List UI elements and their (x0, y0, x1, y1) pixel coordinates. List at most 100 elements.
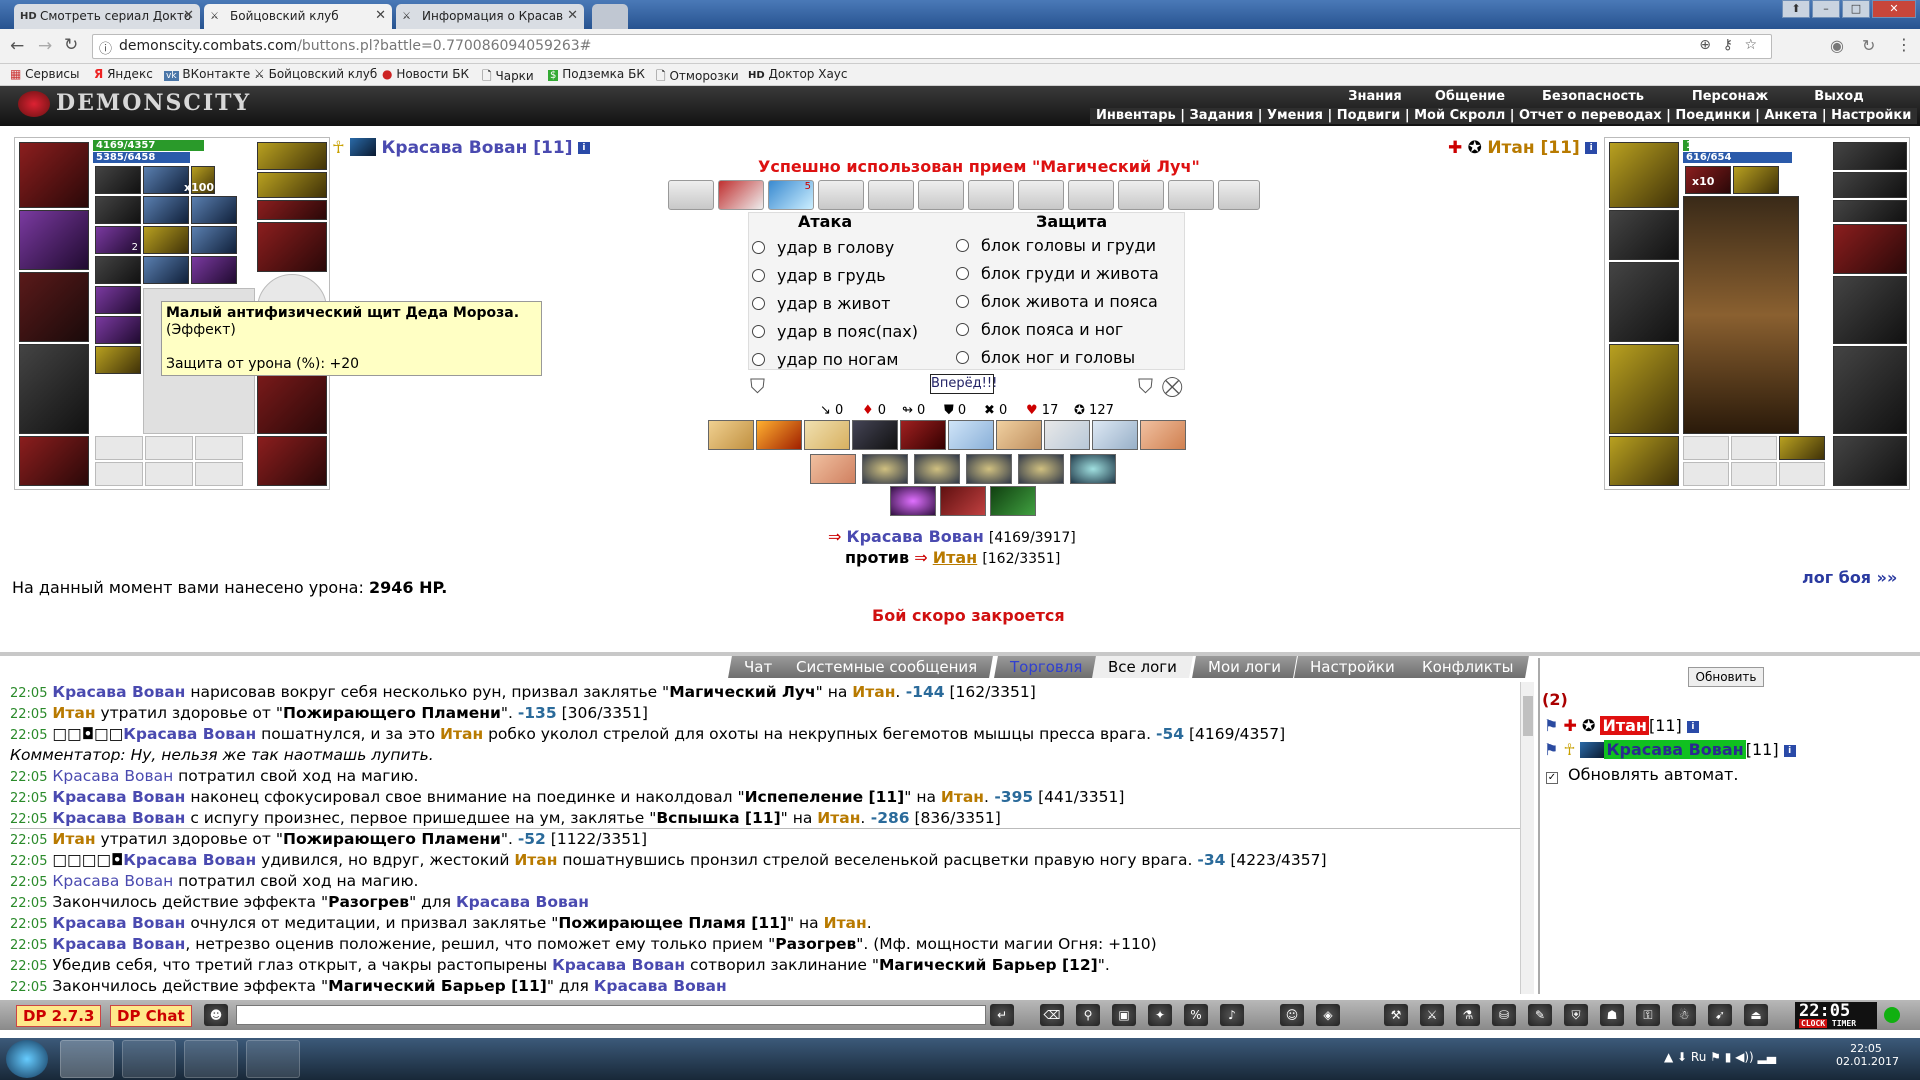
defense-option-legs-head[interactable]: блок ног и головы (956, 348, 1135, 367)
user-icon[interactable]: ⬆ (1782, 0, 1810, 18)
amulet-slot[interactable] (1833, 172, 1907, 198)
amulet-slot[interactable] (257, 172, 327, 198)
rune-slot[interactable] (195, 462, 243, 486)
attack-option-head[interactable]: удар в голову (752, 238, 894, 257)
scrollbar-thumb[interactable] (1523, 696, 1533, 736)
spell-slot[interactable] (1070, 454, 1116, 484)
attack-option-legs[interactable]: удар по ногам (752, 350, 898, 369)
scroll-slot[interactable] (1218, 180, 1260, 210)
effect-slot[interactable]: 2 (95, 226, 141, 254)
sound-icon[interactable]: ♪ (1220, 1004, 1244, 1026)
paint-taskbar-icon[interactable] (246, 1040, 300, 1078)
bracer-slot[interactable] (1609, 210, 1679, 260)
mask-icon[interactable]: ☗ (1600, 1004, 1624, 1026)
player-list-name[interactable]: Красава Вован (1604, 740, 1746, 759)
scroll-slot[interactable] (868, 180, 914, 210)
sword-icon[interactable]: ⚔ (1420, 1004, 1444, 1026)
scroll-slot[interactable] (668, 180, 714, 210)
ring-slot[interactable] (1833, 200, 1907, 222)
radio-button[interactable] (752, 325, 765, 338)
rune-slot[interactable] (95, 462, 143, 486)
fighter-icon[interactable]: ✦ (1148, 1004, 1172, 1026)
smile-icon[interactable]: ☻ (204, 1004, 228, 1026)
spell-slot[interactable] (940, 486, 986, 516)
spell-slot[interactable] (966, 454, 1012, 484)
browser-tab-info[interactable]: ⚔ Информация о Красав ✕ (396, 4, 584, 29)
menu-exit[interactable]: Выход (1794, 89, 1884, 105)
shield-effect-slot[interactable] (143, 256, 189, 284)
effect-slot[interactable] (143, 196, 189, 224)
legs-slot[interactable] (1833, 346, 1907, 434)
rune-slot[interactable] (195, 436, 243, 460)
rune-slot[interactable] (145, 462, 193, 486)
log-character-name[interactable]: Итан (440, 725, 483, 743)
rune-slot[interactable] (1683, 436, 1729, 460)
log-character-name[interactable]: Красава Вован (52, 935, 185, 953)
spell-slot[interactable] (852, 420, 898, 450)
log-scrollbar[interactable] (1520, 682, 1534, 994)
scroll-slot-active[interactable] (718, 180, 764, 210)
shield-right-icon[interactable]: ⛉ (1138, 374, 1153, 398)
game-clock[interactable]: 22:05 CLOCK TIMER (1795, 1002, 1877, 1029)
enemy-list-name[interactable]: Итан (1600, 716, 1649, 735)
spell-slot[interactable] (990, 486, 1036, 516)
radio-button[interactable] (956, 267, 969, 280)
armor-slot[interactable] (1609, 344, 1679, 434)
effect-slot[interactable] (191, 226, 237, 254)
tab-my-logs[interactable]: Мои логи (1192, 656, 1297, 678)
versus-enemy-name[interactable]: Итан (933, 548, 978, 567)
scroll-slot-magic-ray[interactable]: 5 (768, 180, 814, 210)
game-logo[interactable]: DEMONSCITY (18, 90, 251, 117)
spell-slot[interactable] (756, 420, 802, 450)
log-character-name[interactable]: Итан (514, 851, 557, 869)
extension-icon[interactable]: ◉ (1830, 36, 1844, 55)
effect-slot[interactable]: x10 (1685, 166, 1731, 194)
effect-slot[interactable] (1733, 166, 1779, 194)
belt-slot[interactable] (19, 436, 89, 486)
chrome-taskbar-icon[interactable] (60, 1040, 114, 1078)
effect-slot[interactable]: x100 (184, 166, 215, 194)
effect-slot[interactable] (143, 226, 189, 254)
spell-slot[interactable] (948, 420, 994, 450)
bird-icon[interactable]: ➹ (1708, 1004, 1732, 1026)
versus-player-name[interactable]: Красава Вован (847, 527, 984, 546)
spell-slot[interactable] (708, 420, 754, 450)
helmet-slot[interactable] (19, 142, 89, 208)
gallery-icon[interactable]: ◈ (1316, 1004, 1340, 1026)
address-bar[interactable]: ⓘ demonscity.combats.com/buttons.pl?batt… (92, 34, 1772, 59)
system-clock[interactable]: 22:05 02.01.2017 (1836, 1042, 1899, 1068)
tray-icons[interactable]: ▲ ⬇ Ru ⚑ ▮ ◀)) ▂▄ (1664, 1050, 1776, 1064)
radio-button[interactable] (752, 297, 765, 310)
effect-slot[interactable] (95, 196, 141, 224)
menu-knowledge[interactable]: Знания (1330, 89, 1420, 105)
weapon-slot[interactable] (19, 272, 89, 342)
tab-trade[interactable]: Торговля (994, 656, 1099, 678)
log-character-name[interactable]: Итан (852, 683, 895, 701)
rune-slot[interactable] (95, 436, 143, 460)
belt-slot[interactable] (1609, 436, 1679, 486)
scroll-slot[interactable] (1068, 180, 1114, 210)
close-window-icon[interactable]: ✕ (1872, 0, 1916, 18)
scroll-icon[interactable]: ✎ (1528, 1004, 1552, 1026)
sync-icon[interactable]: ↻ (1862, 36, 1875, 55)
bookmark-podzemka[interactable]: $ Подземка БК (548, 67, 645, 81)
log-character-name[interactable]: Итан (52, 830, 95, 848)
defense-option-belly-belt[interactable]: блок живота и пояса (956, 292, 1158, 311)
bookmark-vk[interactable]: vk ВКонтакте (164, 67, 250, 81)
spell-slot[interactable] (890, 486, 936, 516)
bookmark-bk-news[interactable]: ● Новости БК (382, 67, 469, 81)
info-icon[interactable]: i (1686, 720, 1699, 733)
rune-slot[interactable] (1731, 436, 1777, 460)
log-character-name[interactable]: Красава Вован (52, 872, 173, 890)
zoom-icon[interactable]: ⊕ (1699, 37, 1711, 53)
app-taskbar-icon[interactable] (122, 1040, 176, 1078)
armor-slot[interactable] (19, 344, 89, 434)
player-name-link[interactable]: Красава Вован [11] (382, 138, 573, 158)
gloves-slot[interactable] (1833, 224, 1907, 274)
shield-slot[interactable] (1833, 276, 1907, 344)
rune-slot[interactable] (1683, 462, 1729, 486)
log-character-name[interactable]: Красава Вован (594, 977, 727, 994)
bracer-slot[interactable] (19, 210, 89, 270)
spell-slot[interactable] (996, 420, 1042, 450)
browser-tab-serial[interactable]: HD Смотреть сериал Докто ✕ (14, 4, 200, 29)
